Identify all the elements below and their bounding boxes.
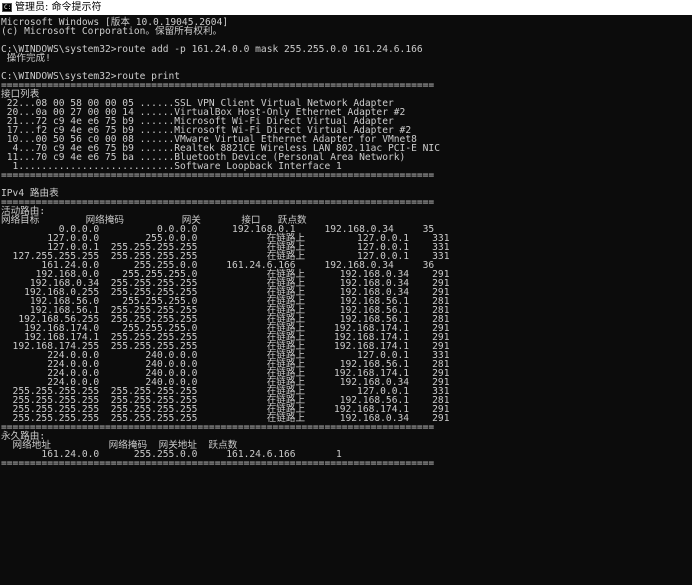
cmd-icon: C:\ — [2, 3, 12, 12]
separator-line: ========================================… — [1, 170, 435, 181]
window-title: 管理员: 命令提示符 — [15, 2, 102, 13]
separator-line: ========================================… — [1, 197, 435, 208]
separator-line: ========================================… — [1, 422, 435, 433]
console-line: C:\WINDOWS\system32>route add -p 161.24.… — [1, 44, 423, 55]
title-bar: C:\ 管理员: 命令提示符 — [0, 0, 692, 15]
console-output[interactable]: Microsoft Windows [版本 10.0.19045.2604] (c… — [0, 15, 692, 585]
console-line: 操作完成! — [1, 53, 51, 64]
console-line: (c) Microsoft Corporation。保留所有权利。 — [1, 26, 223, 37]
separator-line: ========================================… — [1, 80, 435, 91]
separator-line: ========================================… — [1, 458, 435, 469]
